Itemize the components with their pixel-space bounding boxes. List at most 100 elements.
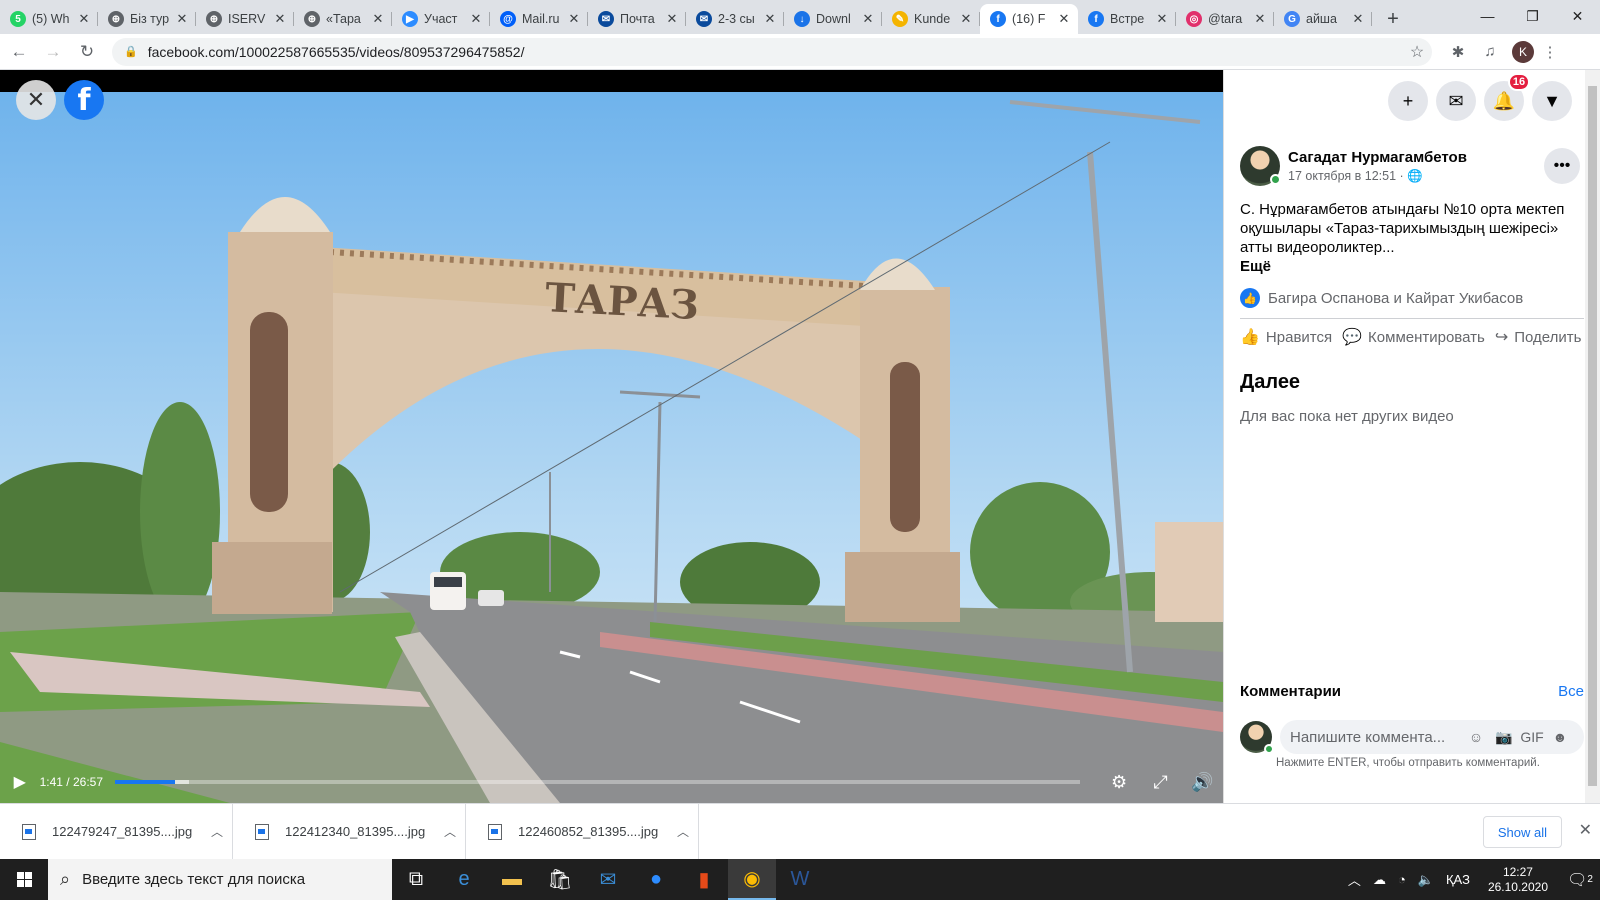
reload-button[interactable]: ↻ — [72, 37, 102, 67]
tab-close-icon[interactable]: ✕ — [1056, 11, 1072, 27]
reactions-names: Багира Оспанова и Кайрат Укибасов — [1268, 289, 1524, 307]
comment-input[interactable]: Напишите коммента... ☺ 📷 GIF ☻ — [1280, 720, 1584, 754]
settings-gear-icon[interactable]: ⚙ — [1098, 772, 1140, 793]
browser-tab[interactable]: ⊕ «Тара ✕ — [294, 4, 392, 34]
author-name[interactable]: Сагадат Нурмагамбетов — [1288, 149, 1544, 166]
messenger-icon[interactable]: ✉ — [1436, 81, 1476, 121]
browser-tab[interactable]: @ Mail.ru ✕ — [490, 4, 588, 34]
browser-tab[interactable]: ✉ Почта ✕ — [588, 4, 686, 34]
volume-icon[interactable]: 🔊 — [1181, 772, 1223, 793]
address-bar[interactable]: 🔒 facebook.com/100022587665535/videos/80… — [112, 37, 1432, 66]
tab-close-icon[interactable]: ✕ — [860, 11, 876, 27]
mail-icon[interactable]: ✉ — [584, 859, 632, 900]
taskbar-search[interactable]: ⌕ Введите здесь текст для поиска — [48, 859, 392, 900]
notifications-bell-icon[interactable]: 🔔 16 — [1484, 73, 1530, 121]
author-avatar[interactable] — [1240, 146, 1281, 186]
browser-tab[interactable]: ◎ @tara ✕ — [1176, 4, 1274, 34]
comment-button[interactable]: 💬 Комментировать — [1342, 327, 1485, 347]
restore-button[interactable]: ❐ — [1510, 0, 1555, 32]
scrollbar-thumb[interactable] — [1588, 86, 1597, 786]
minimize-button[interactable]: — — [1465, 0, 1510, 32]
chrome-icon[interactable]: ◉ — [728, 859, 776, 900]
profile-avatar[interactable]: K — [1512, 40, 1534, 63]
tray-chevron-icon[interactable]: ︿ — [1348, 870, 1361, 889]
new-tab-button[interactable]: + — [1378, 4, 1408, 34]
browser-tab[interactable]: 5 (5) Wh ✕ — [0, 4, 98, 34]
onedrive-icon[interactable]: ☁ — [1373, 872, 1386, 888]
browser-tab[interactable]: f (16) F ✕ — [980, 4, 1078, 34]
chevron-up-icon[interactable]: ︿ — [668, 823, 698, 840]
tab-close-icon[interactable]: ✕ — [1154, 11, 1170, 27]
back-button[interactable]: ← — [4, 37, 34, 67]
browser-tab[interactable]: Gайша ✕ — [1274, 4, 1372, 34]
extensions-icon[interactable]: ✱ — [1442, 43, 1474, 61]
comments-all-link[interactable]: Все — [1558, 683, 1584, 700]
create-button[interactable]: + — [1388, 81, 1428, 121]
action-center-icon[interactable]: 🗨 2 — [1560, 859, 1600, 900]
media-control-icon[interactable]: ♫ — [1474, 43, 1506, 60]
play-button[interactable]: ▶ — [0, 772, 40, 792]
download-item[interactable]: 122460852_81395....jpg ︿ — [466, 803, 699, 860]
show-all-button[interactable]: Show all — [1482, 816, 1562, 848]
tab-close-icon[interactable]: ✕ — [664, 11, 680, 27]
speaker-icon[interactable]: 🔈 — [1418, 872, 1434, 888]
browser-tab[interactable]: ▶ Участ ✕ — [392, 4, 490, 34]
progress-bar[interactable] — [114, 780, 1081, 784]
task-view-icon[interactable]: ⧉ — [392, 859, 440, 900]
facebook-logo-icon[interactable]: f — [64, 80, 104, 120]
chevron-up-icon[interactable]: ︿ — [435, 823, 465, 840]
wifi-icon[interactable]: ◔ — [1398, 872, 1406, 887]
emoji-icon[interactable]: ☺ — [1462, 729, 1490, 745]
close-downloads-icon[interactable]: ✕ — [1579, 820, 1592, 840]
tab-close-icon[interactable]: ✕ — [1350, 11, 1366, 27]
clock[interactable]: 12:27 26.10.2020 — [1488, 865, 1548, 895]
tab-close-icon[interactable]: ✕ — [272, 11, 288, 27]
gif-icon[interactable]: GIF — [1518, 729, 1546, 745]
start-button[interactable] — [0, 859, 48, 900]
file-explorer-icon[interactable]: ▬ — [488, 859, 536, 900]
tab-close-icon[interactable]: ✕ — [174, 11, 190, 27]
camera-icon[interactable]: 📷 — [1490, 729, 1518, 746]
browser-tab[interactable]: ↓ Downl ✕ — [784, 4, 882, 34]
office-icon[interactable]: ▮ — [680, 859, 728, 900]
chevron-up-icon[interactable]: ︿ — [202, 823, 232, 840]
see-more-link[interactable]: Ещё — [1240, 257, 1584, 276]
share-button[interactable]: ↪ Поделить — [1495, 327, 1582, 347]
tab-favicon-icon: f — [990, 11, 1006, 27]
tab-close-icon[interactable]: ✕ — [1252, 11, 1268, 27]
tab-close-icon[interactable]: ✕ — [566, 11, 582, 27]
menu-icon[interactable]: ⋮ — [1534, 43, 1566, 61]
browser-tab[interactable]: ⊕ ISERV ✕ — [196, 4, 294, 34]
fullscreen-icon[interactable]: ⤢ — [1140, 772, 1182, 793]
close-video-button[interactable]: ✕ — [16, 80, 56, 120]
edge-icon[interactable]: e — [440, 859, 488, 900]
store-icon[interactable]: 🛍 — [536, 859, 584, 900]
browser-tab[interactable]: ✉ 2-3 сы ✕ — [686, 4, 784, 34]
browser-tab[interactable]: f Встре ✕ — [1078, 4, 1176, 34]
like-button[interactable]: 👍 Нравится — [1240, 327, 1332, 347]
tab-close-icon[interactable]: ✕ — [468, 11, 484, 27]
browser-tab[interactable]: ✎ Kunde ✕ — [882, 4, 980, 34]
post-options-button[interactable]: ••• — [1544, 148, 1580, 184]
forward-button[interactable]: → — [38, 37, 68, 67]
language-indicator[interactable]: ҚАЗ — [1446, 872, 1470, 887]
tab-close-icon[interactable]: ✕ — [76, 11, 92, 27]
comment-hint: Нажмите ENTER, чтобы отправить комментар… — [1276, 757, 1540, 769]
zoom-icon[interactable]: ● — [632, 859, 680, 900]
tab-close-icon[interactable]: ✕ — [958, 11, 974, 27]
browser-tab[interactable]: ⊕ Біз тур ✕ — [98, 4, 196, 34]
reactions-summary[interactable]: 👍 Багира Оспанова и Кайрат Укибасов — [1240, 288, 1584, 319]
account-menu-caret-icon[interactable]: ▼ — [1532, 81, 1572, 121]
video-player[interactable]: ТАРАЗ ✕ f ▶ 1:41 / 26:57 ⚙ ⤢ 🔊 — [0, 70, 1223, 803]
tab-close-icon[interactable]: ✕ — [370, 11, 386, 27]
word-icon[interactable]: W — [776, 859, 824, 900]
download-item[interactable]: 122479247_81395....jpg ︿ — [0, 803, 233, 860]
close-window-button[interactable]: ✕ — [1555, 0, 1600, 32]
sticker-icon[interactable]: ☻ — [1546, 729, 1574, 745]
post-date-text: 17 октября в 12:51 · — [1288, 168, 1408, 183]
tab-close-icon[interactable]: ✕ — [762, 11, 778, 27]
post-date[interactable]: 17 октября в 12:51 · 🌐 — [1288, 169, 1544, 184]
sidebar-scrollbar[interactable] — [1585, 70, 1600, 803]
bookmark-star-icon[interactable]: ☆ — [1402, 42, 1432, 62]
download-item[interactable]: 122412340_81395....jpg ︿ — [233, 803, 466, 860]
